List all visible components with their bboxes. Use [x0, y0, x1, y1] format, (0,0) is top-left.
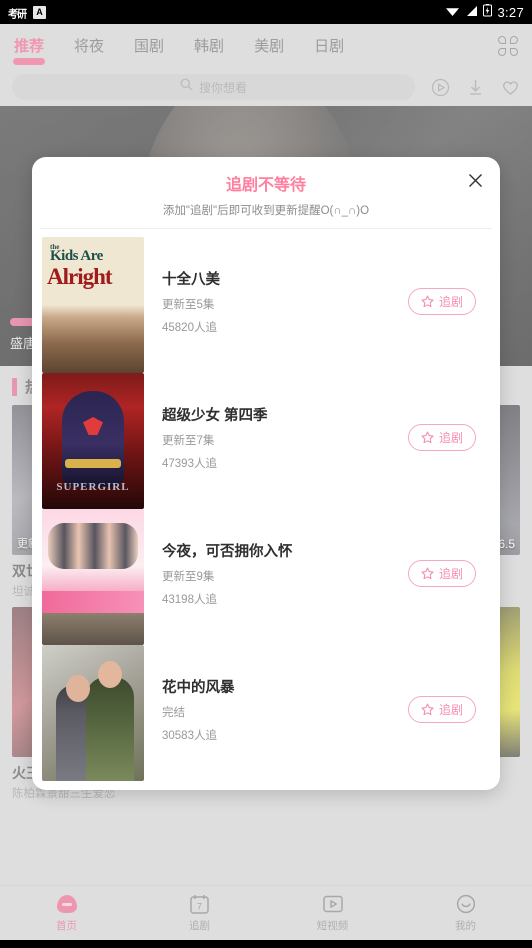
drama-info: 十全八美 更新至5集 45820人追 — [144, 237, 408, 365]
drama-title: 今夜，可否拥你入怀 — [162, 543, 293, 560]
drama-followers: 45820人追 — [162, 321, 217, 334]
system-navigation-bar — [0, 940, 532, 948]
poster-figure-head-2 — [98, 661, 122, 688]
drama-poster — [42, 645, 144, 781]
follow-button-label: 追剧 — [438, 294, 463, 309]
poster-artwork — [48, 523, 138, 569]
status-bar: 考研 A 3:27 — [0, 0, 532, 24]
drama-title: 超级少女 第四季 — [162, 407, 268, 424]
poster-artwork — [62, 391, 124, 487]
drama-action: 追剧 — [407, 645, 490, 773]
follow-drama-dialog: 追剧不等待 添加"追剧"后即可收到更新提醒O(∩_∩)O the Kids Ar… — [32, 157, 500, 790]
signal-icon — [465, 5, 478, 20]
poster-artwork-2 — [86, 677, 134, 781]
battery-charging-icon — [483, 4, 493, 20]
star-outline-icon — [421, 294, 434, 308]
drama-list-item[interactable]: 花中的风暴 完结 30583人追 追剧 — [32, 637, 500, 781]
drama-list-item[interactable]: SUPERGIRL 超级少女 第四季 更新至7集 47393人追 追剧 — [32, 365, 500, 509]
dialog-header: 追剧不等待 添加"追剧"后即可收到更新提醒O(∩_∩)O — [32, 157, 500, 228]
follow-button-label: 追剧 — [438, 566, 463, 581]
follow-button[interactable]: 追剧 — [407, 423, 476, 451]
star-outline-icon — [421, 430, 434, 444]
poster-figure-head-1 — [66, 675, 90, 702]
dialog-title: 追剧不等待 — [225, 177, 306, 194]
drama-poster — [42, 509, 144, 645]
clock-label: 3:27 — [497, 4, 524, 20]
drama-poster: the Kids Are Alright — [42, 237, 144, 373]
wifi-icon — [445, 5, 460, 20]
poster-artwork — [42, 305, 144, 373]
poster-logo: SUPERGIRL — [56, 481, 130, 493]
app-notification-icon: 考研 — [8, 8, 27, 21]
drama-status: 更新至7集 — [162, 434, 215, 447]
drama-info: 花中的风暴 完结 30583人追 — [144, 645, 408, 773]
follow-button[interactable]: 追剧 — [407, 695, 476, 723]
drama-info: 超级少女 第四季 更新至7集 47393人追 — [144, 373, 408, 501]
poster-band — [42, 591, 144, 613]
drama-info: 今夜，可否拥你入怀 更新至9集 43198人追 — [144, 509, 408, 637]
drama-status: 完结 — [162, 706, 185, 719]
follow-button[interactable]: 追剧 — [407, 559, 476, 587]
drama-status: 更新至9集 — [162, 570, 215, 583]
poster-belt — [65, 459, 121, 468]
follow-button-label: 追剧 — [438, 430, 463, 445]
drama-title: 十全八美 — [162, 271, 220, 288]
drama-action: 追剧 — [407, 509, 490, 637]
drama-list: the Kids Are Alright 十全八美 更新至5集 45820人追 … — [32, 229, 500, 790]
close-icon[interactable] — [462, 167, 488, 193]
follow-button[interactable]: 追剧 — [407, 287, 476, 315]
drama-status: 更新至5集 — [162, 298, 215, 311]
drama-poster: SUPERGIRL — [42, 373, 144, 509]
follow-button-label: 追剧 — [438, 702, 463, 717]
status-bar-left: 考研 A — [8, 5, 46, 20]
badge-icon: A — [33, 5, 46, 19]
star-outline-icon — [421, 566, 434, 580]
status-bar-right: 3:27 — [445, 4, 524, 20]
drama-followers: 30583人追 — [162, 729, 217, 742]
drama-followers: 47393人追 — [162, 457, 217, 470]
star-outline-icon — [421, 702, 434, 716]
poster-text-line3: Alright — [47, 264, 113, 289]
drama-list-item[interactable]: the Kids Are Alright 十全八美 更新至5集 45820人追 … — [32, 229, 500, 373]
poster-text-line2: Kids Are — [50, 248, 103, 264]
drama-list-item[interactable]: 今夜，可否拥你入怀 更新至9集 43198人追 追剧 — [32, 501, 500, 645]
drama-title: 花中的风暴 — [162, 679, 235, 696]
drama-followers: 43198人追 — [162, 593, 217, 606]
drama-action: 追剧 — [407, 237, 490, 365]
drama-action: 追剧 — [407, 373, 490, 501]
dialog-subtitle: 添加"追剧"后即可收到更新提醒O(∩_∩)O — [162, 205, 370, 217]
